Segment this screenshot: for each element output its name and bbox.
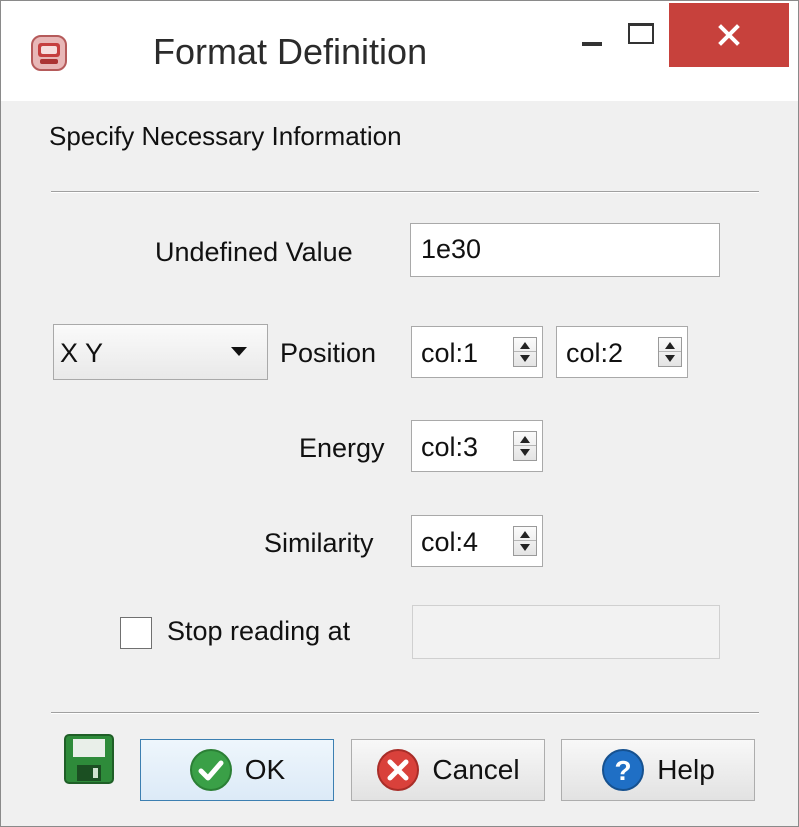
stop-reading-input[interactable] bbox=[412, 605, 720, 659]
cancel-icon bbox=[377, 749, 420, 791]
position-y-spinner[interactable]: col:2 bbox=[556, 326, 688, 378]
coordinate-mode-dropdown[interactable]: X Y bbox=[53, 324, 268, 380]
divider-top bbox=[51, 191, 759, 193]
energy-spinner[interactable]: col:3 bbox=[411, 420, 543, 472]
similarity-spinner[interactable]: col:4 bbox=[411, 515, 543, 567]
energy-label: Energy bbox=[299, 433, 385, 463]
undefined-value-label: Undefined Value bbox=[155, 237, 353, 267]
maximize-button[interactable] bbox=[613, 1, 669, 69]
undefined-value-input[interactable]: 1e30 bbox=[410, 223, 720, 277]
minimize-icon bbox=[582, 42, 602, 46]
save-icon[interactable] bbox=[63, 733, 115, 785]
format-definition-dialog: Format Definition Specify Necessary Info… bbox=[0, 0, 799, 827]
position-x-spinner[interactable]: col:1 bbox=[411, 326, 543, 378]
cancel-button[interactable]: Cancel bbox=[351, 739, 545, 801]
ok-button-label: OK bbox=[244, 754, 286, 785]
app-icon bbox=[31, 35, 67, 71]
position-x-value: col:1 bbox=[421, 338, 479, 368]
close-icon bbox=[718, 24, 740, 46]
chevron-down-icon bbox=[231, 347, 247, 356]
help-icon: ? bbox=[602, 749, 645, 791]
stop-reading-label: Stop reading at bbox=[167, 616, 351, 646]
help-button-label: Help bbox=[657, 754, 715, 785]
position-label: Position bbox=[280, 338, 377, 368]
title-bar[interactable]: Format Definition bbox=[1, 1, 798, 101]
dialog-body bbox=[9, 101, 790, 818]
similarity-label: Similarity bbox=[264, 528, 374, 558]
help-button[interactable]: ? Help bbox=[561, 739, 755, 801]
spinner-arrows-icon[interactable] bbox=[658, 337, 682, 367]
window-title: Format Definition bbox=[153, 31, 428, 72]
check-icon bbox=[189, 749, 232, 791]
cancel-button-label: Cancel bbox=[432, 754, 520, 785]
close-button[interactable] bbox=[669, 3, 789, 67]
spinner-arrows-icon[interactable] bbox=[513, 526, 537, 556]
position-y-value: col:2 bbox=[566, 338, 624, 368]
ok-button[interactable]: OK bbox=[140, 739, 334, 801]
svg-text:?: ? bbox=[615, 755, 632, 786]
spinner-arrows-icon[interactable] bbox=[513, 431, 537, 461]
divider-bottom bbox=[51, 712, 759, 714]
coordinate-mode-value: X Y bbox=[60, 338, 104, 368]
maximize-icon bbox=[628, 22, 654, 44]
stop-reading-checkbox[interactable] bbox=[120, 617, 152, 649]
spinner-arrows-icon[interactable] bbox=[513, 337, 537, 367]
energy-value: col:3 bbox=[421, 432, 479, 462]
section-title: Specify Necessary Information bbox=[49, 121, 402, 151]
similarity-value: col:4 bbox=[421, 527, 479, 557]
